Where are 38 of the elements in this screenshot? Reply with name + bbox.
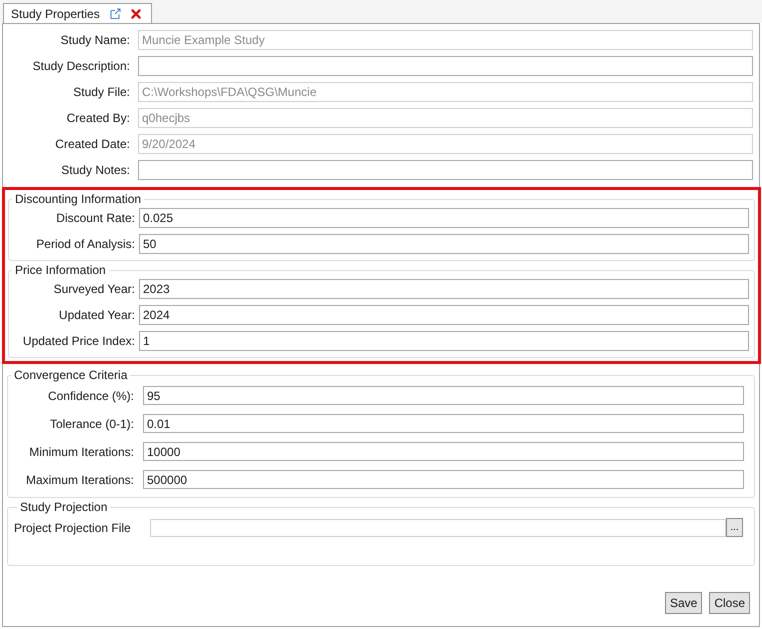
pop-out-icon[interactable] [110, 8, 121, 19]
input-field[interactable] [150, 518, 726, 536]
field-label: Study Name: [60, 32, 130, 49]
input-field[interactable]: 0.025 [139, 208, 749, 228]
field-label: Project Projection File [14, 520, 132, 534]
field-label: Surveyed Year: [52, 281, 135, 298]
field-label: Study File: [72, 84, 130, 101]
group-title: Convergence Criteria [13, 368, 128, 382]
input-field[interactable]: 0.01 [143, 414, 744, 433]
input-field[interactable]: 1 [139, 331, 749, 351]
input-field[interactable]: 10000 [143, 442, 744, 461]
input-field[interactable] [138, 56, 753, 76]
group-title: Study Projection [19, 500, 108, 514]
browse-button[interactable]: ... [726, 518, 743, 537]
field-label: Confidence (%): [46, 388, 134, 405]
tab[interactable]: Study Properties [3, 3, 152, 23]
input-field[interactable]: 95 [143, 386, 744, 405]
field-label: Updated Year: [58, 307, 135, 324]
field-label: Updated Price Index: [22, 333, 135, 350]
field-label: Created Date: [54, 136, 130, 153]
input-field[interactable]: 2024 [139, 305, 749, 325]
dialog-button[interactable]: Save [664, 592, 702, 614]
field-label: Study Description: [32, 58, 130, 75]
field-label: Maximum Iterations: [24, 472, 134, 489]
input-field[interactable]: 500000 [143, 470, 744, 489]
field-label: Study Notes: [60, 162, 130, 179]
field-label: Created By: [66, 110, 130, 127]
group-title: Price Information [14, 263, 107, 277]
field-label: Tolerance (0-1): [48, 416, 134, 433]
field-label: Discount Rate: [55, 210, 135, 227]
input-field[interactable] [138, 160, 753, 180]
field-label: Period of Analysis: [35, 236, 135, 253]
group-title: Discounting Information [14, 192, 142, 206]
input-field[interactable]: 50 [139, 234, 749, 254]
close-icon[interactable] [130, 8, 141, 18]
field-label: Minimum Iterations: [28, 444, 134, 461]
input-field[interactable]: 2023 [139, 279, 749, 299]
dialog-button[interactable]: Close [709, 592, 750, 614]
